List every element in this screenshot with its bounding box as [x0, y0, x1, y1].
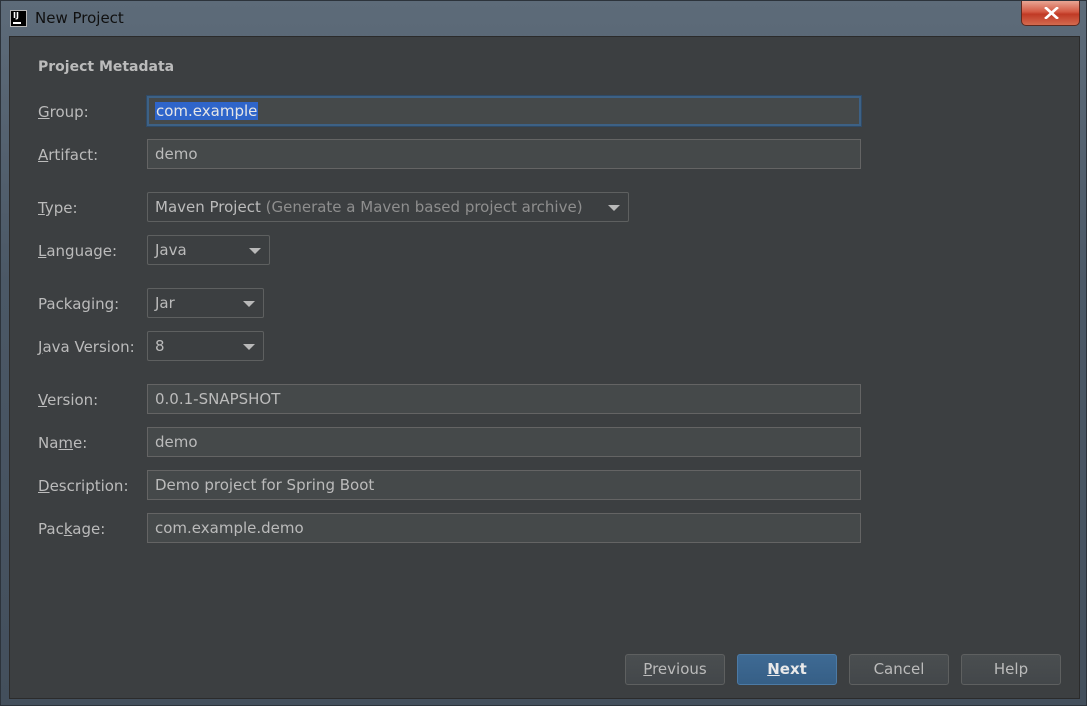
description-label: Description:	[38, 477, 129, 495]
package-input[interactable]: com.example.demo	[147, 513, 861, 543]
language-dropdown[interactable]: Java	[147, 235, 270, 265]
group-label: Group:	[38, 103, 89, 121]
description-input[interactable]: Demo project for Spring Boot	[147, 470, 861, 500]
packaging-label: Packaging:	[38, 295, 120, 313]
group-input[interactable]: com.example	[147, 96, 861, 126]
java-version-dropdown-value: 8	[155, 337, 165, 355]
close-button[interactable]	[1021, 1, 1080, 26]
new-project-window: IJ New Project Project Metadata Group: c…	[0, 0, 1087, 706]
intellij-idea-icon: IJ	[10, 10, 27, 27]
window-title: New Project	[35, 9, 124, 27]
version-label: Version:	[38, 391, 99, 409]
next-button[interactable]: Next	[737, 654, 837, 685]
language-label: Language:	[38, 242, 118, 260]
java-version-dropdown[interactable]: 8	[147, 331, 264, 361]
close-icon	[1044, 7, 1059, 19]
package-label: Package:	[38, 520, 106, 538]
type-dropdown[interactable]: Maven Project (Generate a Maven based pr…	[147, 192, 629, 222]
chevron-down-icon	[243, 344, 255, 350]
dialog-content: Project Metadata Group: com.example Arti…	[9, 36, 1080, 699]
type-dropdown-value: Maven Project	[155, 198, 261, 216]
version-input[interactable]: 0.0.1-SNAPSHOT	[147, 384, 861, 414]
name-input[interactable]: demo	[147, 427, 861, 457]
group-input-value: com.example	[155, 102, 259, 120]
previous-button[interactable]: Previous	[625, 654, 725, 685]
language-dropdown-value: Java	[155, 241, 187, 259]
help-button[interactable]: Help	[961, 654, 1061, 685]
packaging-dropdown-value: Jar	[155, 294, 175, 312]
chevron-down-icon	[243, 301, 255, 307]
section-title: Project Metadata	[38, 59, 175, 75]
title-bar[interactable]: IJ New Project	[1, 1, 1086, 35]
cancel-button[interactable]: Cancel	[849, 654, 949, 685]
artifact-label: Artifact:	[38, 146, 99, 164]
name-label: Name:	[38, 434, 88, 452]
chevron-down-icon	[608, 205, 620, 211]
artifact-input[interactable]: demo	[147, 139, 861, 169]
type-label: Type:	[38, 199, 78, 217]
chevron-down-icon	[249, 248, 261, 254]
packaging-dropdown[interactable]: Jar	[147, 288, 264, 318]
type-dropdown-hint: (Generate a Maven based project archive)	[265, 198, 583, 216]
java-version-label: Java Version:	[38, 338, 135, 356]
